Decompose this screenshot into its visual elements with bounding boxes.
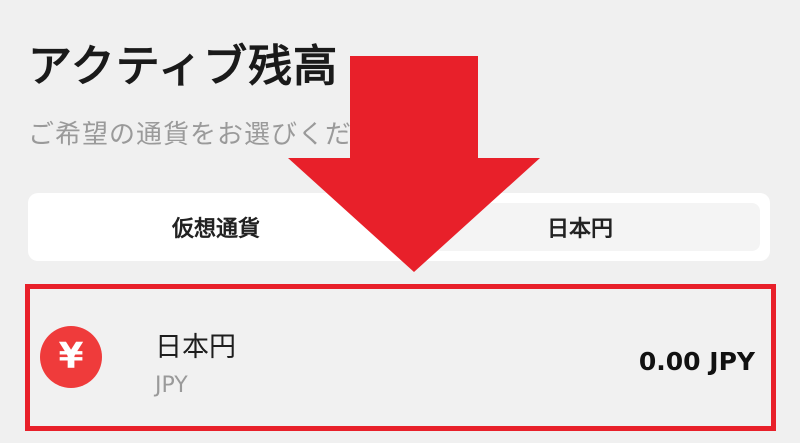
- yen-icon: ¥: [40, 326, 102, 388]
- page-subtitle: ご希望の通貨をお選びください: [28, 120, 407, 150]
- tab-crypto[interactable]: 仮想通貨: [36, 203, 396, 251]
- asset-balance: 0.00 JPY: [638, 347, 755, 376]
- currency-tab-bar: 仮想通貨 日本円: [28, 193, 770, 261]
- asset-code: JPY: [155, 373, 188, 398]
- tab-jpy[interactable]: 日本円: [400, 203, 760, 251]
- asset-name: 日本円: [155, 332, 236, 363]
- asset-row-jpy[interactable]: ¥ 日本円 JPY 0.00 JPY: [25, 284, 776, 431]
- page-title: アクティブ残高: [28, 41, 339, 92]
